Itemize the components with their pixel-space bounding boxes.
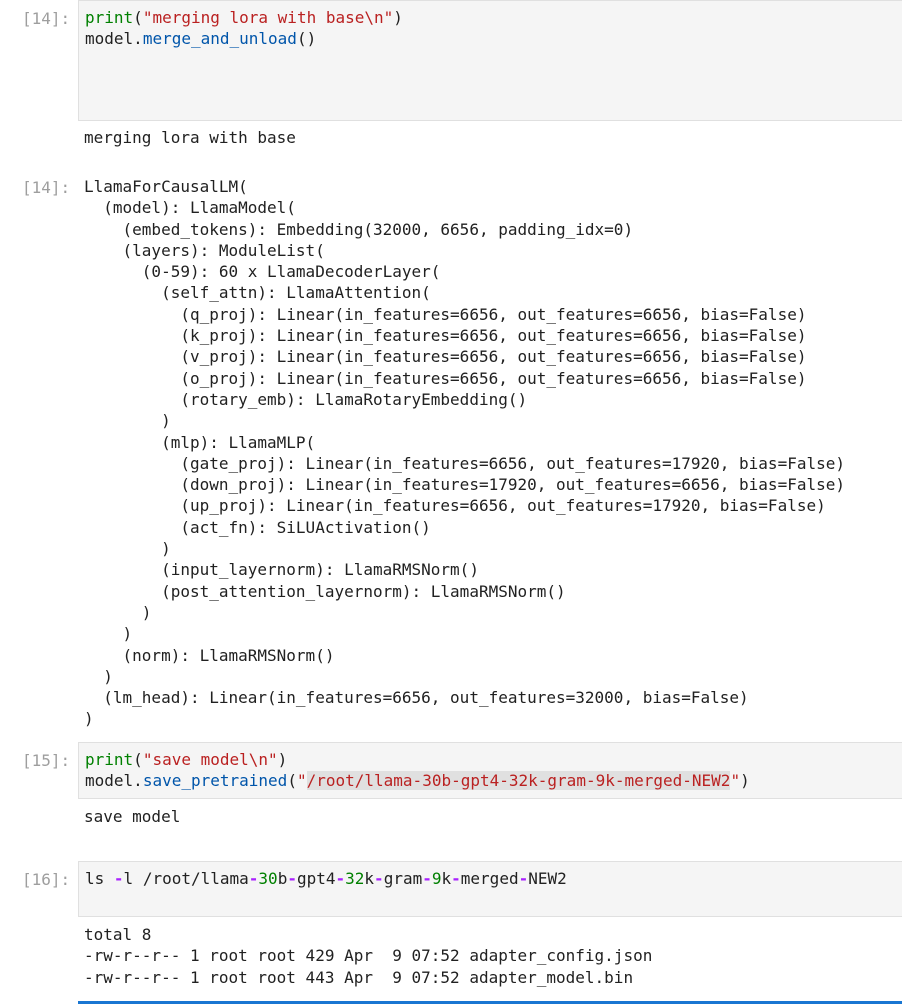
code-token: save_pretrained [142,771,288,790]
code-token: "merging lora with base\n" [142,8,394,27]
output-line: ) [84,666,113,686]
code-token: - [451,869,461,888]
code-token: 9 [431,869,442,888]
code-token: . [133,29,143,48]
execute-result: LlamaForCausalLM( (model): LlamaModel( (… [84,176,845,730]
output-line: (q_proj): Linear(in_features=6656, out_f… [84,304,807,324]
code-token: - [422,869,432,888]
code-token: - [374,869,384,888]
code-token: - [335,869,346,888]
code-token: gram [383,869,423,888]
code-token: NEW2 [528,869,567,888]
stdout-output: total 8 -rw-r--r-- 1 root root 429 Apr 9 … [84,924,652,988]
output-line: (model): LlamaModel( [84,198,296,218]
output-line: (0-59): 60 x LlamaDecoderLayer( [84,262,441,282]
code-token: - [518,869,529,888]
output-line: (rotary_emb): LlamaRotaryEmbedding() [84,389,528,409]
output-line: ) [84,411,171,431]
output-line: total 8 [84,925,152,944]
execution-count: [15]: [22,751,71,770]
code-token: " [730,771,741,790]
output-line: ) [84,709,94,729]
stdout-output: save model [84,807,181,826]
code-token: ( [133,750,143,769]
output-line: (norm): LlamaRMSNorm() [84,645,335,665]
code-token: ) [740,771,750,790]
code-token: ( [287,771,297,790]
code-token: ls [85,869,114,888]
code-text[interactable]: ls -l /root/llama-30b-gpt4-32k-gram-9k-m… [85,868,567,889]
output-line: (lm_head): Linear(in_features=6656, out_… [84,688,749,708]
output-line: (o_proj): Linear(in_features=6656, out_f… [84,368,807,388]
code-token: model [85,29,134,48]
code-token: 32 [345,869,365,888]
output-line: ) [84,624,133,644]
output-line: (mlp): LlamaMLP( [84,432,316,452]
selected-text[interactable]: /root/llama-30b-gpt4-32k-gram-9k-merged-… [306,771,731,790]
output-line: (act_fn): SiLUActivation() [84,517,431,537]
output-line: -rw-r--r-- 1 root root 443 Apr 9 07:52 a… [84,967,634,987]
code-token: - [248,869,259,888]
code-text[interactable]: print("save model\n") model.save_pretrai… [85,749,750,791]
execution-count: [14]: [22,178,71,197]
output-line: (k_proj): Linear(in_features=6656, out_f… [84,326,807,346]
output-line: ) [84,539,171,559]
code-token: ( [133,8,143,27]
output-line: ) [84,602,152,622]
code-editor[interactable]: ls -l /root/llama-30b-gpt4-32k-gram-9k-m… [78,861,902,917]
execution-count: [16]: [22,870,71,889]
output-line: (v_proj): Linear(in_features=6656, out_f… [84,347,807,367]
code-token: l /root/llama [123,869,249,888]
code-token: ) [277,750,288,769]
stdout-output: merging lora with base [84,128,296,147]
output-line: LlamaForCausalLM( [84,177,248,196]
output-line: (input_layernorm): LlamaRMSNorm() [84,560,479,580]
output-line: (embed_tokens): Embedding(32000, 6656, p… [84,219,634,239]
code-text[interactable]: print("merging lora with base\n") model.… [85,7,403,49]
code-token: "save model\n" [142,750,278,769]
code-token: merge_and_unload [142,29,297,48]
code-token: k [441,869,452,888]
code-token: model [85,771,134,790]
code-token: ) [393,8,403,27]
output-line: (post_attention_layernorm): LlamaRMSNorm… [84,581,566,601]
output-line: -rw-r--r-- 1 root root 429 Apr 9 07:52 a… [84,946,653,966]
code-token: - [113,869,124,888]
output-line: (gate_proj): Linear(in_features=6656, ou… [84,453,845,473]
code-token: " [296,771,307,790]
code-token: () [296,29,317,48]
code-editor[interactable]: print("save model\n") model.save_pretrai… [78,742,902,799]
code-token: - [287,869,297,888]
code-token: merged [460,869,519,888]
execution-count: [14]: [22,9,71,28]
code-token: k [364,869,375,888]
code-token: 30 [258,869,278,888]
output-line: (down_proj): Linear(in_features=17920, o… [84,475,845,495]
code-token: . [133,771,143,790]
code-token: print [85,750,134,769]
code-token: b [277,869,288,888]
next-cell-focus-border [78,1001,902,1004]
output-line: (layers): ModuleList( [84,240,325,260]
output-line: (self_attn): LlamaAttention( [84,283,431,303]
code-token: gpt4 [296,869,336,888]
code-token: print [85,8,134,27]
code-editor[interactable]: print("merging lora with base\n") model.… [78,0,902,121]
output-line: (up_proj): Linear(in_features=6656, out_… [84,496,826,516]
